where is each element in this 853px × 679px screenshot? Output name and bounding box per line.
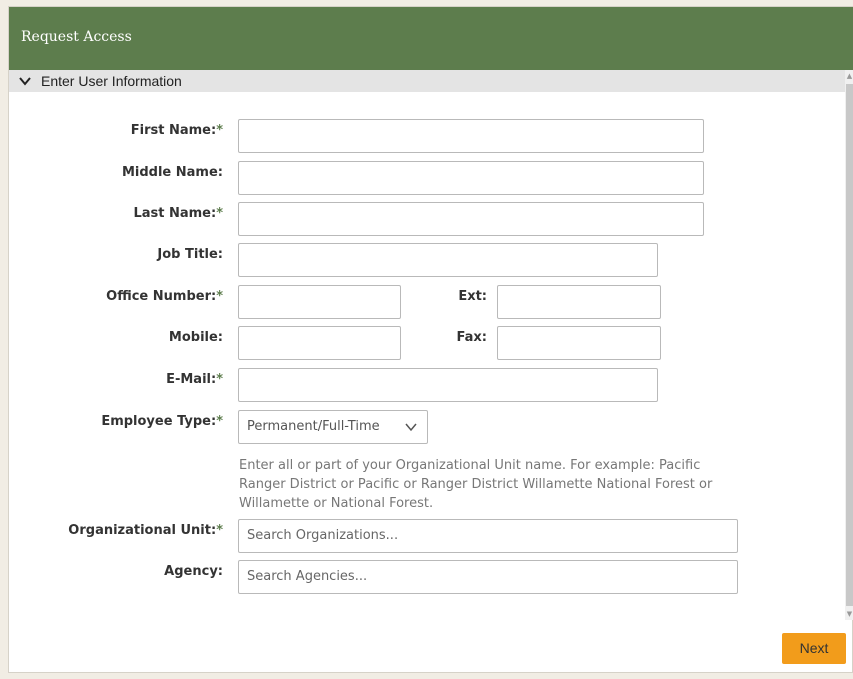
scroll-up-icon[interactable]: ▲ <box>845 70 853 82</box>
org-unit-hint: Enter all or part of your Organizational… <box>239 458 713 511</box>
ext-input[interactable] <box>497 285 661 319</box>
last-name-input[interactable] <box>238 202 704 236</box>
job-title-label: Job Title: <box>157 247 223 262</box>
required-star: * <box>216 414 223 429</box>
first-name-input[interactable] <box>238 119 704 153</box>
email-input[interactable] <box>238 368 658 402</box>
email-label: E-Mail:* <box>166 372 223 387</box>
dialog-title: Request Access <box>21 29 132 45</box>
employee-type-label: Employee Type:* <box>101 414 223 429</box>
chevron-down-icon <box>19 77 31 86</box>
first-name-label: First Name:* <box>130 123 223 138</box>
chevron-down-icon <box>405 423 417 432</box>
request-access-dialog: Request Access Enter User Information ▲ … <box>8 6 853 673</box>
org-unit-search-input[interactable]: Search Organizations... <box>238 519 738 553</box>
required-star: * <box>216 206 223 221</box>
section-header-user-info[interactable]: Enter User Information <box>9 70 845 92</box>
vertical-scrollbar[interactable]: ▲ ▼ <box>845 70 853 620</box>
fax-input[interactable] <box>497 326 661 360</box>
office-number-label: Office Number:* <box>106 289 223 304</box>
agency-search-input[interactable]: Search Agencies... <box>238 560 738 594</box>
required-star: * <box>216 523 223 538</box>
required-star: * <box>216 289 223 304</box>
job-title-input[interactable] <box>238 243 658 277</box>
org-unit-placeholder: Search Organizations... <box>247 528 399 543</box>
agency-placeholder: Search Agencies... <box>247 569 368 584</box>
next-button[interactable]: Next <box>782 633 846 664</box>
mobile-label: Mobile: <box>168 330 223 345</box>
fax-label: Fax: <box>456 330 487 345</box>
employee-type-select[interactable]: Permanent/Full-Time <box>238 410 428 444</box>
last-name-label: Last Name:* <box>133 206 223 221</box>
middle-name-label: Middle Name: <box>121 165 223 180</box>
agency-label: Agency: <box>164 564 223 579</box>
section-title: Enter User Information <box>41 73 182 89</box>
title-bar: Request Access <box>9 7 853 70</box>
required-star: * <box>216 123 223 138</box>
scroll-down-icon[interactable]: ▼ <box>845 608 853 620</box>
middle-name-input[interactable] <box>238 161 704 195</box>
scroll-thumb[interactable] <box>846 84 853 606</box>
employee-type-value: Permanent/Full-Time <box>247 419 380 434</box>
org-unit-label: Organizational Unit:* <box>68 523 223 538</box>
ext-label: Ext: <box>458 289 487 304</box>
required-star: * <box>216 372 223 387</box>
